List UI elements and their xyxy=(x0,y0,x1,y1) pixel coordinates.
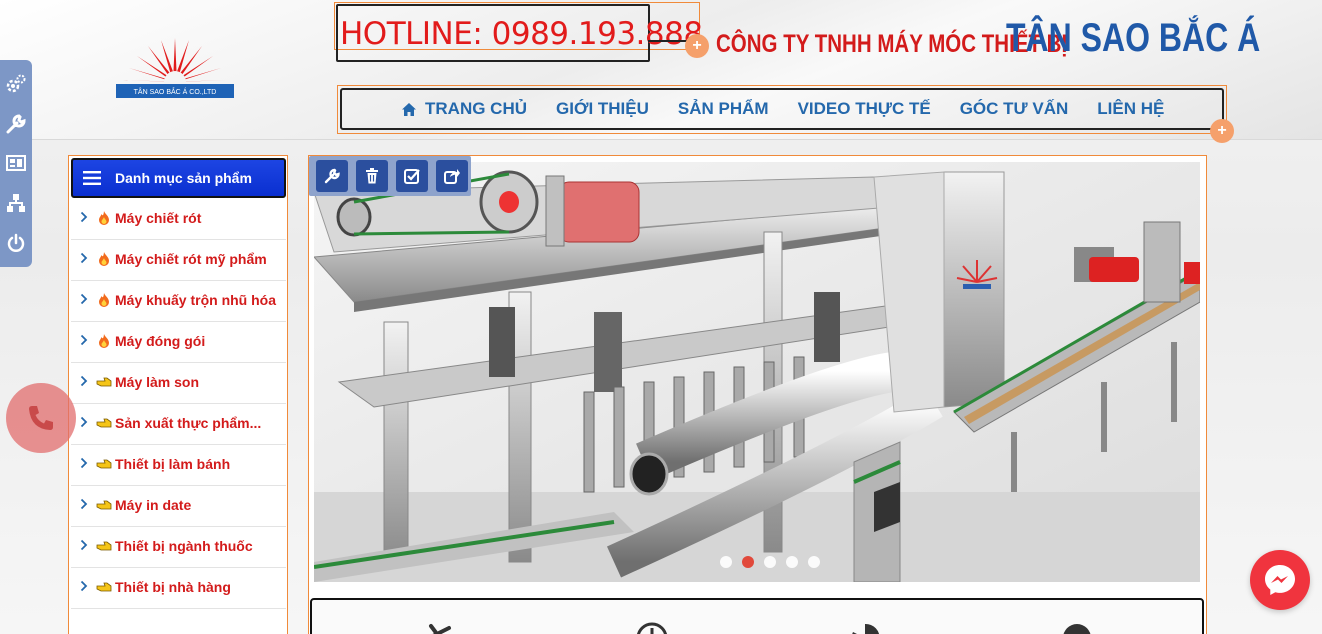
share-icon xyxy=(444,169,460,184)
pie-icon xyxy=(852,623,880,634)
category-header[interactable]: Danh mục sản phẩm xyxy=(71,158,286,198)
sitemap-icon[interactable] xyxy=(5,192,27,214)
category-item[interactable]: Sản xuất thực phẩm... xyxy=(71,404,286,445)
hotline-connector xyxy=(648,40,688,42)
category-item[interactable]: Máy khuấy trộn nhũ hóa xyxy=(71,281,286,322)
category-label: Thiết bị nhà hàng xyxy=(115,579,231,595)
hand-pointer-icon xyxy=(96,541,112,551)
hotline-number[interactable]: HOTLINE: 0989.193.888 xyxy=(340,16,703,52)
category-label: Máy in date xyxy=(115,497,192,513)
plane-icon xyxy=(429,624,451,634)
nav-item-about[interactable]: GIỚI THIỆU xyxy=(556,99,649,119)
edit-wrench-button[interactable] xyxy=(316,160,348,192)
add-block-icon[interactable]: + xyxy=(1210,119,1234,143)
nav-item-contact[interactable]: LIÊN HỆ xyxy=(1097,99,1164,119)
hand-pointer-icon xyxy=(96,582,112,592)
fire-icon xyxy=(99,334,109,348)
slider-dot[interactable] xyxy=(808,556,820,568)
globe-icon xyxy=(1063,624,1091,634)
category-item[interactable]: Máy chiết rót xyxy=(71,199,286,240)
power-icon[interactable] xyxy=(5,232,27,254)
hand-pointer-icon xyxy=(96,459,112,469)
category-item[interactable]: Máy in date xyxy=(71,486,286,527)
category-label: Thiết bị làm bánh xyxy=(115,456,231,472)
hero-slider[interactable] xyxy=(314,162,1200,582)
hand-pointer-icon xyxy=(96,500,112,510)
share-block-button[interactable] xyxy=(436,160,468,192)
slider-dot[interactable] xyxy=(786,556,798,568)
nav-item-advice[interactable]: GÓC TƯ VẤN xyxy=(960,99,1069,119)
clock-icon xyxy=(637,622,667,634)
chevron-right-icon xyxy=(80,580,88,592)
gears-icon[interactable] xyxy=(5,73,27,95)
nav-item-home[interactable]: TRANG CHỦ xyxy=(401,99,527,119)
category-label: Máy đóng gói xyxy=(115,333,206,349)
category-list: Máy chiết rót Máy chiết rót mỹ phẩm Máy kh… xyxy=(71,199,286,609)
fire-icon xyxy=(99,211,109,225)
checkbox-icon xyxy=(404,169,420,184)
layout-icon[interactable] xyxy=(5,152,27,174)
feature-strip xyxy=(310,598,1204,634)
home-icon xyxy=(402,102,416,116)
phone-icon xyxy=(29,406,53,430)
select-block-button[interactable] xyxy=(396,160,428,192)
add-block-icon[interactable]: + xyxy=(685,34,709,58)
wrench-icon[interactable] xyxy=(5,113,27,135)
category-item[interactable]: Thiết bị làm bánh xyxy=(71,445,286,486)
category-label: Sản xuất thực phẩm... xyxy=(115,415,262,431)
category-title: Danh mục sản phẩm xyxy=(115,170,252,186)
chevron-right-icon xyxy=(80,293,88,305)
nav-item-products[interactable]: SẢN PHẨM xyxy=(678,99,769,119)
chevron-right-icon xyxy=(80,334,88,346)
company-logo[interactable]: TÂN SAO BẮC Á CO.,LTD xyxy=(108,30,242,108)
category-item[interactable]: Thiết bị ngành thuốc xyxy=(71,527,286,568)
slide-image-filling-machine xyxy=(314,162,1200,582)
brand-name: TÂN SAO BẮC Á xyxy=(1006,16,1261,60)
slider-dot[interactable] xyxy=(720,556,732,568)
category-item[interactable]: Máy làm son xyxy=(71,363,286,404)
category-label: Máy chiết rót mỹ phẩm xyxy=(115,251,267,267)
messenger-icon xyxy=(1265,565,1295,595)
category-label: Máy khuấy trộn nhũ hóa xyxy=(115,292,277,308)
category-item[interactable]: Máy chiết rót mỹ phẩm xyxy=(71,240,286,281)
chevron-right-icon xyxy=(80,211,88,223)
chevron-right-icon xyxy=(80,498,88,510)
nav-label: TRANG CHỦ xyxy=(425,99,527,118)
block-edit-toolbar xyxy=(309,156,471,196)
category-item[interactable]: Thiết bị nhà hàng xyxy=(71,568,286,609)
chevron-right-icon xyxy=(80,252,88,264)
slider-dot[interactable] xyxy=(764,556,776,568)
category-label: Thiết bị ngành thuốc xyxy=(115,538,253,554)
logo-text: TÂN SAO BẮC Á CO.,LTD xyxy=(134,87,217,96)
category-label: Máy làm son xyxy=(115,374,200,390)
category-label: Máy chiết rót xyxy=(115,210,202,226)
nav-item-videos[interactable]: VIDEO THỰC TẾ xyxy=(798,99,931,119)
hand-pointer-icon xyxy=(96,418,112,428)
slider-dot[interactable] xyxy=(742,556,754,568)
call-float-button[interactable] xyxy=(6,383,76,453)
menu-icon xyxy=(83,171,101,185)
delete-block-button[interactable] xyxy=(356,160,388,192)
messenger-chat-button[interactable] xyxy=(1250,550,1310,610)
chevron-right-icon xyxy=(80,539,88,551)
wrench-icon xyxy=(324,168,340,184)
category-item[interactable]: Máy đóng gói xyxy=(71,322,286,363)
trash-icon xyxy=(366,168,378,184)
main-nav: TRANG CHỦ GIỚI THIỆU SẢN PHẨM VIDEO THỰC… xyxy=(340,88,1224,130)
chevron-right-icon xyxy=(80,375,88,387)
admin-side-toolbar xyxy=(0,60,32,267)
slider-dots xyxy=(720,556,820,568)
chevron-right-icon xyxy=(80,416,88,428)
fire-icon xyxy=(99,293,109,307)
hand-pointer-icon xyxy=(96,377,112,387)
fire-icon xyxy=(99,252,109,266)
chevron-right-icon xyxy=(80,457,88,469)
